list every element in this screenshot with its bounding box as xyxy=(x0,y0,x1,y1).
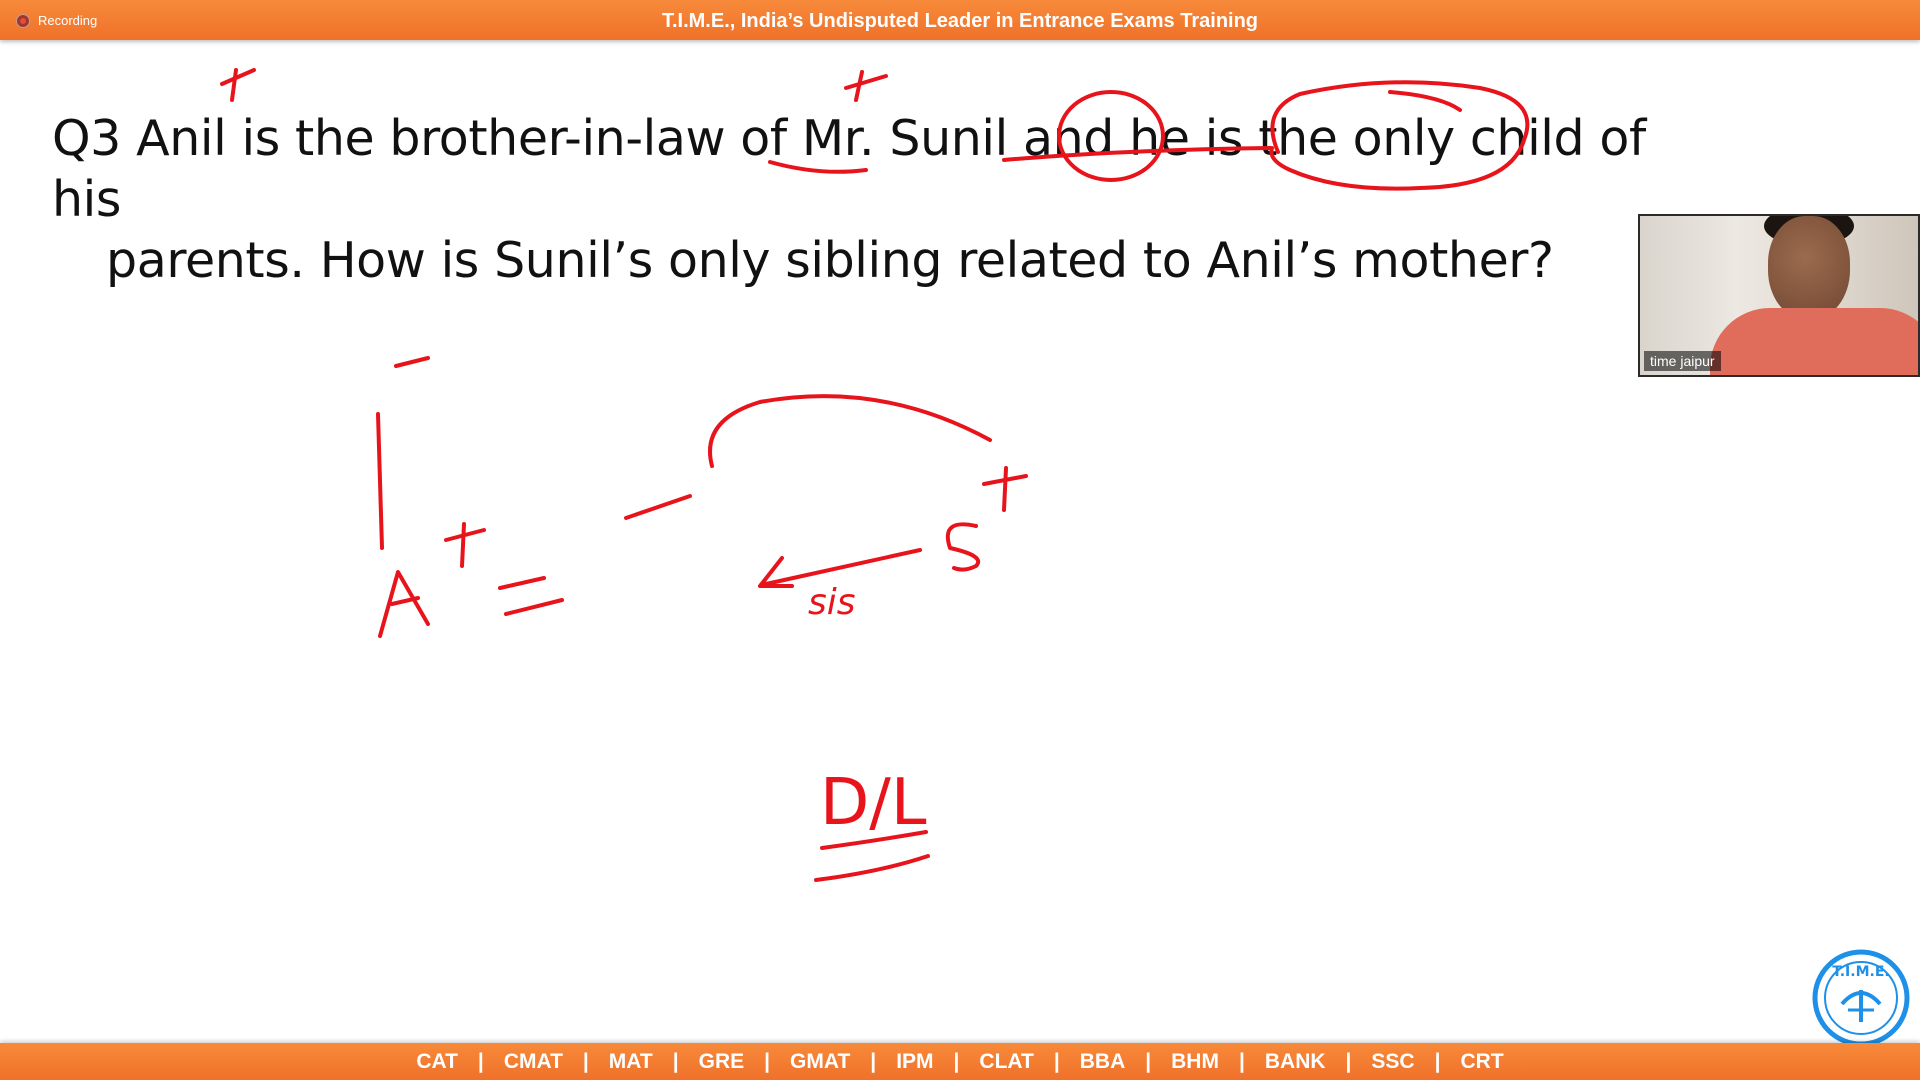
question-text: Q3 Anil is the brother-in-law of Mr. Sun… xyxy=(52,108,1652,291)
top-banner: Recording T.I.M.E., India’s Undisputed L… xyxy=(0,0,1920,40)
course-item-ipm: IPM xyxy=(896,1050,934,1073)
sis-arrow xyxy=(758,548,922,588)
participant-name-label: time jaipur xyxy=(1644,351,1721,371)
tree-dash-top xyxy=(394,356,430,368)
a-letter xyxy=(378,570,430,638)
course-separator: | xyxy=(764,1050,771,1073)
participant-body xyxy=(1710,308,1918,375)
plus-mark-2 xyxy=(844,70,888,102)
time-logo: T.I.M.E. xyxy=(1812,949,1910,1046)
course-separator: | xyxy=(953,1050,960,1073)
question-line-2: parents. How is Sunil’s only sibling rel… xyxy=(106,232,1554,289)
spouse-dash xyxy=(624,494,692,520)
course-item-ssc: SSC xyxy=(1371,1050,1415,1073)
course-item-mat: MAT xyxy=(608,1050,653,1073)
course-separator: | xyxy=(672,1050,679,1073)
course-separator: | xyxy=(582,1050,589,1073)
course-item-bba: BBA xyxy=(1079,1050,1126,1073)
participant-video-tile[interactable]: time jaipur xyxy=(1638,214,1920,377)
course-separator: | xyxy=(1053,1050,1060,1073)
course-separator: | xyxy=(1434,1050,1441,1073)
course-separator: | xyxy=(1238,1050,1245,1073)
course-separator: | xyxy=(870,1050,877,1073)
s-letter xyxy=(945,522,981,572)
logo-text: T.I.M.E. xyxy=(1832,964,1889,980)
participant-head xyxy=(1768,216,1850,320)
course-footer: CAT | CMAT | MAT | GRE | GMAT | IPM | CLAT | BBA | BHM | B… xyxy=(0,1043,1920,1080)
course-separator: | xyxy=(1145,1050,1152,1073)
course-item-bank: BANK xyxy=(1264,1050,1326,1073)
tree-vertical-line xyxy=(376,412,384,550)
course-item-gmat: GMAT xyxy=(790,1050,851,1073)
sibling-arc xyxy=(708,394,992,468)
course-item-clat: CLAT xyxy=(979,1050,1034,1073)
equals-sign xyxy=(498,576,564,616)
sis-label: sis xyxy=(808,582,856,623)
course-separator: | xyxy=(477,1050,484,1073)
course-list: CAT | CMAT | MAT | GRE | GMAT | IPM | CLAT | BBA | BHM | B… xyxy=(0,1050,1920,1074)
course-separator: | xyxy=(1345,1050,1352,1073)
plus-mark-1 xyxy=(220,68,256,102)
s-plus xyxy=(982,466,1028,512)
course-item-crt: CRT xyxy=(1460,1050,1504,1073)
course-item-cmat: CMAT xyxy=(503,1050,563,1073)
answer-label: D/L xyxy=(820,766,927,840)
a-plus xyxy=(444,522,486,568)
banner-title: T.I.M.E., India’s Undisputed Leader in E… xyxy=(661,10,1259,32)
course-item-bhm: BHM xyxy=(1171,1050,1219,1073)
course-item-cat: CAT xyxy=(416,1050,458,1073)
course-item-gre: GRE xyxy=(698,1050,745,1073)
question-line-1: Q3 Anil is the brother-in-law of Mr. Sun… xyxy=(52,110,1646,228)
